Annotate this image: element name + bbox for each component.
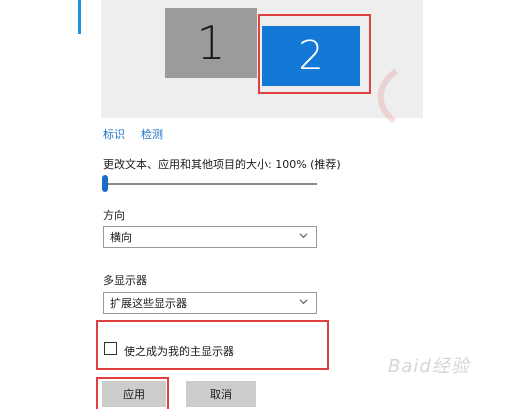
- scale-slider-track[interactable]: [103, 183, 317, 185]
- chevron-down-icon: [299, 233, 308, 239]
- identify-link[interactable]: 标识: [103, 126, 125, 142]
- detect-link[interactable]: 检测: [141, 126, 163, 142]
- orientation-select[interactable]: 横向: [103, 226, 317, 248]
- multi-display-label: 多显示器: [103, 274, 147, 287]
- monitor-2-number: 2: [298, 33, 324, 79]
- left-accent-bar: [78, 0, 81, 34]
- monitor-2-tile[interactable]: 2: [262, 26, 360, 86]
- multi-display-select[interactable]: 扩展这些显示器: [103, 292, 317, 314]
- orientation-label: 方向: [103, 209, 125, 222]
- scale-slider-thumb[interactable]: [102, 175, 108, 192]
- monitor-1-tile[interactable]: 1: [165, 8, 257, 78]
- cancel-button[interactable]: 取消: [186, 381, 256, 407]
- main-display-checkbox-label[interactable]: 使之成为我的主显示器: [124, 343, 234, 359]
- multi-display-value: 扩展这些显示器: [110, 297, 187, 310]
- watermark-decoration: [377, 68, 398, 124]
- scale-label: 更改文本、应用和其他项目的大小: 100% (推荐): [103, 158, 341, 171]
- orientation-value: 横向: [110, 231, 132, 244]
- watermark-text: Baid经验: [388, 356, 470, 377]
- watermark: Baid经验: [388, 352, 470, 378]
- monitor-1-number: 1: [196, 16, 226, 70]
- chevron-down-icon: [299, 299, 308, 305]
- main-display-checkbox[interactable]: [104, 342, 117, 355]
- apply-button[interactable]: 应用: [102, 381, 166, 407]
